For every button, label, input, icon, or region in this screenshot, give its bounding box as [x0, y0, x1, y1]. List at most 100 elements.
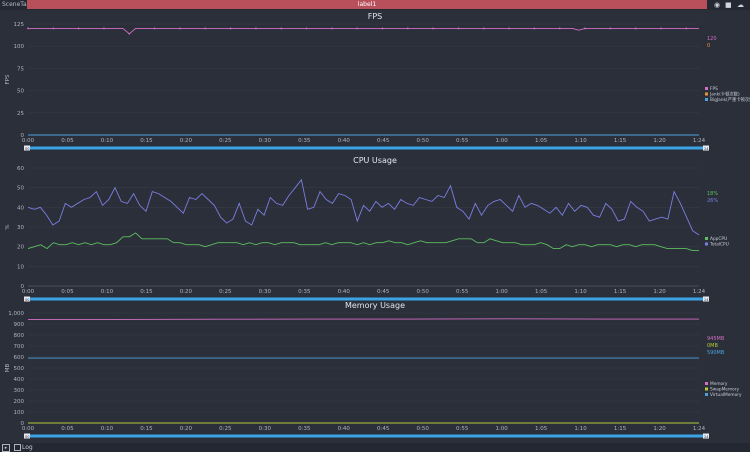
current-value: 590MB: [707, 350, 725, 356]
legend-swatch: [705, 242, 708, 246]
cloud-icon[interactable]: ☁: [737, 1, 744, 9]
data-point: [229, 27, 232, 30]
y-tick-label: 25: [17, 111, 24, 117]
status-bar: ▸ Log: [0, 443, 750, 452]
range-start-label: 00: [25, 435, 29, 439]
range-slider[interactable]: [28, 146, 709, 150]
range-slider[interactable]: [28, 434, 709, 438]
data-point: [381, 27, 384, 30]
x-tick-label: 0:55: [456, 138, 469, 144]
range-end-label: 24: [704, 298, 709, 302]
x-tick-label: 0:55: [456, 289, 469, 295]
data-point: [356, 27, 359, 30]
y-tick-label: 20: [17, 245, 24, 251]
x-tick-label: 1:00: [495, 289, 508, 295]
x-tick-label: 0:05: [61, 426, 74, 432]
y-axis-label: MB: [5, 364, 11, 373]
y-tick-label: 125: [14, 22, 25, 28]
legend-swatch: [705, 98, 708, 101]
x-tick-label: 1:15: [614, 426, 627, 432]
data-point: [330, 27, 333, 30]
x-tick-label: 0:45: [377, 426, 390, 432]
legend-label: AppCPU: [710, 236, 727, 242]
series-line: [27, 318, 699, 321]
legend-swatch: [705, 393, 708, 396]
current-value: 0: [707, 43, 710, 49]
x-tick-label: 1:24: [693, 289, 706, 295]
chart-title: Memory Usage: [345, 301, 405, 310]
y-tick-label: 500: [14, 366, 25, 372]
x-tick-label: 1:00: [495, 426, 508, 432]
x-tick-label: 1:15: [614, 289, 627, 295]
data-point: [406, 27, 409, 30]
data-point: [280, 27, 283, 30]
label-tab[interactable]: label1: [27, 0, 707, 9]
data-point: [609, 27, 612, 30]
x-tick-label: 0:35: [298, 138, 311, 144]
x-tick-label: 0:00: [22, 426, 35, 432]
x-tick-label: 0:15: [140, 289, 153, 295]
current-value: 120: [707, 36, 717, 42]
data-point: [254, 27, 257, 30]
x-tick-label: 0:25: [219, 426, 232, 432]
data-point: [660, 27, 662, 30]
legend-label: VirtualMemory: [710, 392, 742, 398]
data-point: [584, 27, 586, 30]
legend-swatch: [705, 387, 708, 391]
data-point: [482, 27, 485, 30]
y-tick-label: 700: [14, 344, 25, 350]
range-start-label: 00: [25, 147, 29, 151]
x-tick-label: 0:10: [101, 138, 114, 144]
x-tick-label: 0:30: [259, 138, 272, 144]
range-start-label: 00: [25, 298, 29, 302]
x-tick-label: 1:05: [535, 289, 548, 295]
x-tick-label: 0:25: [219, 289, 232, 295]
y-tick-label: 400: [14, 377, 25, 383]
x-tick-label: 0:55: [456, 426, 469, 432]
y-tick-label: 900: [14, 322, 25, 328]
x-tick-label: 1:24: [693, 138, 706, 144]
expand-button[interactable]: ▸: [2, 444, 10, 452]
x-tick-label: 0:35: [298, 426, 311, 432]
folder-icon[interactable]: ■: [725, 1, 732, 9]
location-icon[interactable]: ◉: [714, 1, 720, 9]
legend-swatch: [705, 87, 708, 90]
x-tick-label: 0:10: [101, 289, 114, 295]
x-tick-label: 0:20: [180, 138, 193, 144]
x-tick-label: 0:45: [377, 289, 390, 295]
y-tick-label: 300: [14, 388, 25, 394]
top-toolbar: SceneTab label1 ◉ ■ ☁: [0, 0, 750, 10]
legend-label: FPS: [710, 86, 718, 92]
x-tick-label: 1:20: [653, 426, 666, 432]
log-checkbox[interactable]: [14, 444, 21, 451]
data-point: [128, 32, 131, 35]
legend-swatch: [705, 237, 708, 240]
data-point: [153, 27, 156, 30]
y-tick-label: 100: [14, 44, 25, 50]
data-point: [508, 27, 510, 30]
x-tick-label: 1:00: [495, 138, 508, 144]
x-tick-label: 1:20: [653, 138, 666, 144]
series-line: [28, 27, 699, 35]
y-tick-label: 50: [17, 89, 24, 95]
current-value: 0MB: [707, 343, 718, 349]
range-end-label: 24: [704, 435, 709, 439]
data-point: [103, 27, 105, 30]
data-point: [305, 27, 308, 30]
series-line: [27, 232, 699, 252]
legend-label: Memory: [710, 381, 728, 387]
data-point: [457, 27, 460, 30]
x-tick-label: 0:45: [377, 138, 390, 144]
y-tick-label: 1,000: [8, 311, 24, 317]
y-tick-label: 800: [14, 333, 25, 339]
data-point: [77, 27, 80, 30]
data-point: [432, 27, 435, 30]
log-label: Log: [22, 444, 33, 451]
data-point: [27, 27, 29, 30]
x-tick-label: 0:30: [259, 289, 272, 295]
legend-swatch: [705, 92, 708, 96]
current-value: 18%: [707, 191, 718, 197]
x-tick-label: 0:50: [417, 426, 430, 432]
x-tick-label: 1:24: [693, 426, 706, 432]
y-axis-label: FPS: [5, 74, 11, 84]
